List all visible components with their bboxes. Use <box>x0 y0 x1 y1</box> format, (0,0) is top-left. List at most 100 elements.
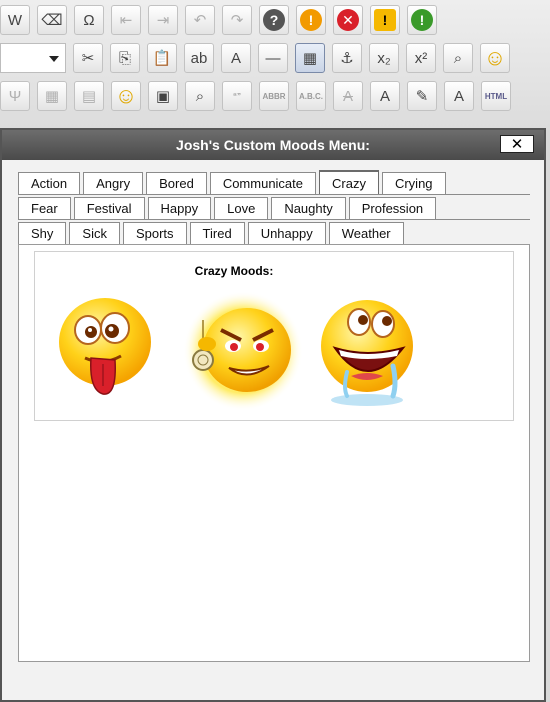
cut-button[interactable]: ✂ <box>73 43 103 73</box>
evil-hypnotist-emoticon[interactable] <box>173 290 303 412</box>
tab-crying[interactable]: Crying <box>381 172 446 194</box>
tab-unhappy[interactable]: Unhappy <box>247 222 326 244</box>
eraser-icon: ⌫ <box>41 12 63 29</box>
redo-button[interactable]: ↷ <box>222 5 252 35</box>
abbr-button[interactable]: ABBR <box>259 81 289 111</box>
emoticon-button[interactable]: ☺ <box>111 81 141 111</box>
find-button[interactable]: ⌕ <box>443 43 473 73</box>
indent-icon: ⇥ <box>156 12 170 29</box>
indent-button[interactable]: ⇥ <box>148 5 178 35</box>
omega-button[interactable]: Ω <box>74 5 104 35</box>
tab-happy[interactable]: Happy <box>147 197 212 219</box>
tab-fear[interactable]: Fear <box>18 197 71 219</box>
table-icon: ▦ <box>302 50 318 67</box>
format-dropdown[interactable] <box>0 43 66 73</box>
tab-row-1: Action Angry Bored Communicate Crazy Crying <box>18 170 530 195</box>
superscript-icon: x² <box>414 49 428 67</box>
green-alert-icon: ! <box>411 9 433 31</box>
cleanup-button[interactable]: Ψ <box>0 81 30 111</box>
table-props-icon: ▦ <box>44 88 60 105</box>
style-button[interactable]: A <box>444 81 474 111</box>
superscript-button[interactable]: x² <box>406 43 436 73</box>
smiley-icon: ☺ <box>483 45 507 70</box>
cell-props-button[interactable]: ▤ <box>74 81 104 111</box>
table-button[interactable]: ▦ <box>295 43 325 73</box>
subscript-icon: x₂ <box>377 49 391 67</box>
preview-icon: ⌕ <box>195 87 205 105</box>
strike-button[interactable]: A <box>333 81 363 111</box>
table-props-button[interactable]: ▦ <box>37 81 67 111</box>
strike-icon: A <box>342 87 353 105</box>
emoticon-icon: ☺ <box>114 83 138 108</box>
quote-button[interactable]: “” <box>222 81 252 111</box>
find-icon: ⌕ <box>453 49 463 67</box>
help-button[interactable]: ? <box>259 5 289 35</box>
editor-toolbar: W ⌫ Ω ⇤ ⇥ ↶ ↷?! ✕!! ✂ ⎘ 📋 ab A — ▦ ⚓ x₂ x² ⌕ ☺ Ψ ▦ ▤ ☺ ▣ ⌕ “” ABB… <box>0 0 550 130</box>
warning-button[interactable]: ! <box>370 5 400 35</box>
tab-row-3: Shy Sick Sports Tired Unhappy Weather <box>18 220 530 245</box>
acronym-icon: A.B.C. <box>299 91 323 101</box>
anchor-button[interactable]: ⚓ <box>332 43 362 73</box>
smiley-button[interactable]: ☺ <box>480 43 510 73</box>
close-button[interactable]: ✕ <box>500 135 534 153</box>
tab-sports[interactable]: Sports <box>122 222 187 244</box>
red-x-button[interactable]: ✕ <box>333 5 363 35</box>
quote-icon: “” <box>233 91 241 101</box>
copy-icon: ⎘ <box>118 49 131 67</box>
orange-alert-icon: ! <box>300 9 322 31</box>
toolbar-row-2: ✂ ⎘ 📋 ab A — ▦ ⚓ x₂ x² ⌕ ☺ <box>0 40 517 76</box>
tab-communicate[interactable]: Communicate <box>209 172 317 194</box>
drooling-emoticon[interactable] <box>311 296 421 411</box>
font-icon: A <box>230 49 241 67</box>
dialog-title: Josh's Custom Moods Menu: <box>176 137 370 153</box>
preview-button[interactable]: ⌕ <box>185 81 215 111</box>
moods-dialog: Josh's Custom Moods Menu: ✕ Action Angry B… <box>0 128 546 702</box>
image-button[interactable]: ▣ <box>148 81 178 111</box>
tab-bored[interactable]: Bored <box>146 172 207 194</box>
tab-naughty[interactable]: Naughty <box>271 197 346 219</box>
eraser-button[interactable]: ⌫ <box>37 5 67 35</box>
tab-love[interactable]: Love <box>214 197 269 219</box>
toolbar-row-1: W ⌫ Ω ⇤ ⇥ ↶ ↷?! ✕!! <box>0 2 444 38</box>
text-color-button[interactable]: A <box>370 81 400 111</box>
spellcheck-icon: ab <box>190 49 208 67</box>
horizontal-rule-button[interactable]: — <box>258 43 288 73</box>
spellcheck-button[interactable]: ab <box>184 43 214 73</box>
orange-alert-button[interactable]: ! <box>296 5 326 35</box>
redo-icon: ↷ <box>230 12 244 29</box>
paste-button[interactable]: 📋 <box>147 43 177 73</box>
cell-props-icon: ▤ <box>81 88 97 105</box>
anchor-icon: ⚓ <box>340 50 354 67</box>
tab-festival[interactable]: Festival <box>73 197 145 219</box>
font-button[interactable]: A <box>221 43 251 73</box>
cleanup-icon: Ψ <box>8 87 22 105</box>
tab-tired[interactable]: Tired <box>189 222 245 244</box>
tab-profession[interactable]: Profession <box>348 197 437 219</box>
tab-angry[interactable]: Angry <box>83 172 144 194</box>
text-color-icon: A <box>379 87 390 105</box>
undo-button[interactable]: ↶ <box>185 5 215 35</box>
paste-word-icon: W <box>7 11 23 29</box>
html-button[interactable]: HTML <box>481 81 511 111</box>
tab-sick[interactable]: Sick <box>69 222 120 244</box>
tab-crazy[interactable]: Crazy <box>319 170 379 194</box>
image-icon: ▣ <box>155 88 171 105</box>
red-x-icon: ✕ <box>337 9 359 31</box>
outdent-button[interactable]: ⇤ <box>111 5 141 35</box>
edit-button[interactable]: ✎ <box>407 81 437 111</box>
paste-word-button[interactable]: W <box>0 5 30 35</box>
acronym-button[interactable]: A.B.C. <box>296 81 326 111</box>
tab-shy[interactable]: Shy <box>18 222 67 244</box>
subscript-button[interactable]: x₂ <box>369 43 399 73</box>
tab-weather[interactable]: Weather <box>328 222 404 244</box>
green-alert-button[interactable]: ! <box>407 5 437 35</box>
paste-icon: 📋 <box>152 50 172 67</box>
mood-tabs: Action Angry Bored Communicate Crazy Crying F… <box>18 170 530 245</box>
mood-heading: Crazy Moods: <box>194 264 274 278</box>
copy-button[interactable]: ⎘ <box>110 43 140 73</box>
tongue-out-emoticon[interactable] <box>55 294 155 404</box>
warning-icon: ! <box>374 9 396 31</box>
undo-icon: ↶ <box>193 12 207 29</box>
tab-action[interactable]: Action <box>18 172 81 194</box>
help-icon: ? <box>263 9 285 31</box>
